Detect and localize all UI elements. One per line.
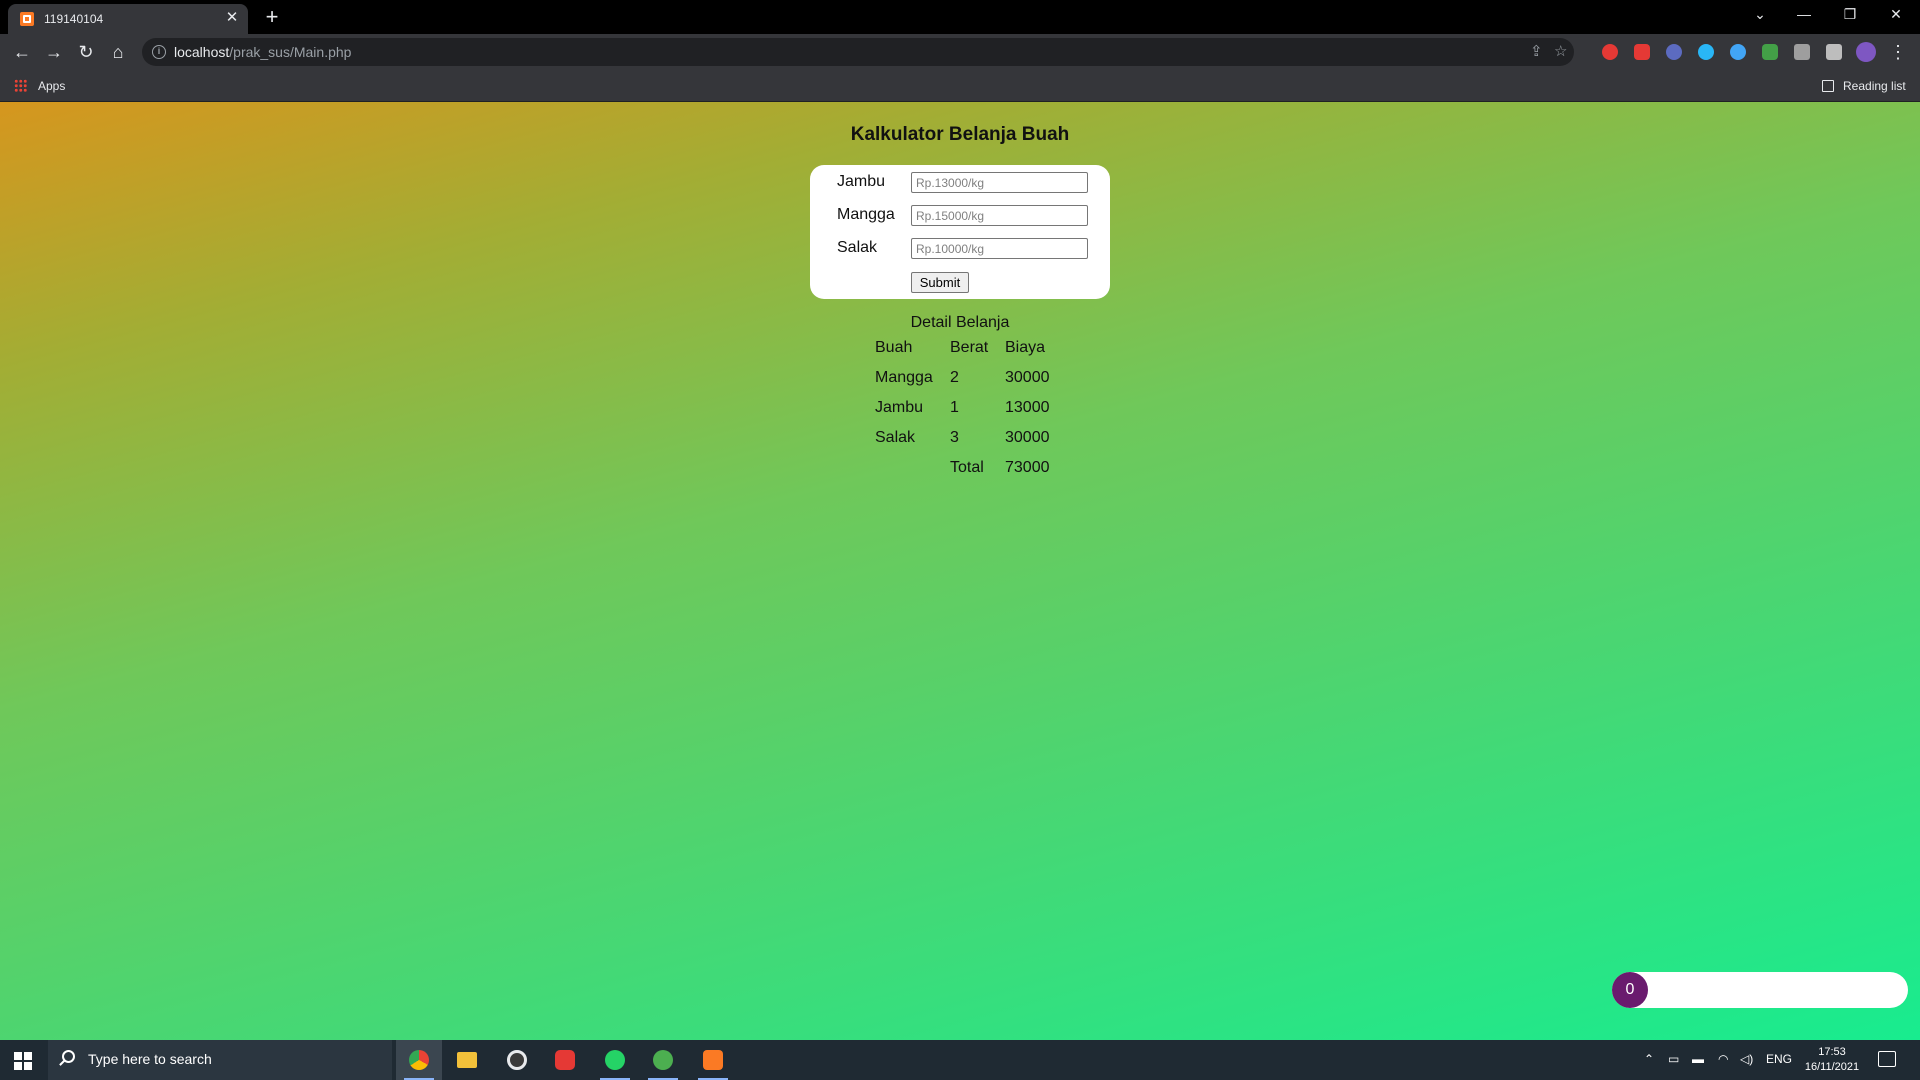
chrome-taskbar-app[interactable] [396, 1040, 442, 1080]
extension-icon[interactable] [1762, 44, 1778, 60]
bookmarks-bar: Apps Reading list [0, 70, 1920, 102]
table-header-berat: Berat [950, 339, 989, 356]
table-cell-fruit: Mangga [875, 369, 933, 386]
reload-icon[interactable]: ↻ [74, 40, 98, 64]
extensions-puzzle-icon[interactable] [1826, 44, 1842, 60]
xampp-icon [703, 1050, 723, 1070]
extension-icon[interactable] [1730, 44, 1746, 60]
file-explorer-taskbar-app[interactable] [444, 1040, 490, 1080]
media-taskbar-app[interactable] [494, 1040, 540, 1080]
table-cell-weight: 3 [950, 429, 959, 446]
battery-icon[interactable]: ▬ [1692, 1052, 1704, 1066]
search-icon [62, 1050, 75, 1063]
home-icon[interactable]: ⌂ [106, 40, 130, 64]
forward-arrow-icon[interactable]: → [42, 40, 66, 64]
total-value: 73000 [1005, 459, 1050, 476]
table-cell-weight: 2 [950, 369, 959, 386]
new-tab-button[interactable]: + [260, 5, 284, 29]
whatsapp-taskbar-app[interactable] [592, 1040, 638, 1080]
tab-strip: 119140104 ✕ + ⌄ — ❐ ✕ [0, 0, 1920, 34]
windows-taskbar: Type here to search ⌃ ▭ ▬ ◠ ◁) ENG 17:53… [0, 1040, 1920, 1080]
menu-kebab-icon[interactable]: ⋮ [1886, 40, 1910, 64]
extension-icon[interactable] [1602, 44, 1618, 60]
table-cell-cost: 30000 [1005, 369, 1050, 386]
adblock-extension-icon[interactable] [1634, 44, 1650, 60]
address-bar[interactable]: i localhost/prak_sus/Main.php ⇪ ☆ [142, 38, 1574, 66]
jambu-label: Jambu [837, 173, 886, 190]
show-hidden-icons-icon[interactable]: ⌃ [1644, 1052, 1654, 1066]
clock-date: 16/11/2021 [1804, 1061, 1860, 1073]
share-icon[interactable]: ⇪ [1530, 43, 1543, 61]
language-indicator[interactable]: ENG [1766, 1052, 1792, 1066]
fruit-order-form: Jambu Mangga Salak Submit [810, 165, 1110, 299]
browser-tab[interactable]: 119140104 ✕ [8, 4, 248, 34]
back-arrow-icon[interactable]: ← [10, 40, 34, 64]
profile-avatar[interactable] [1856, 42, 1876, 62]
clock-time: 17:53 [1818, 1046, 1846, 1058]
device-icon[interactable]: ▭ [1668, 1052, 1679, 1066]
table-cell-weight: 1 [950, 399, 959, 416]
taskbar-search-placeholder: Type here to search [88, 1051, 212, 1067]
table-cell-cost: 13000 [1005, 399, 1050, 416]
apps-bookmark[interactable]: Apps [38, 79, 65, 93]
table-cell-fruit: Salak [875, 429, 916, 446]
browser-toolbar: ← → ↻ ⌂ i localhost/prak_sus/Main.php ⇪ … [0, 34, 1920, 70]
restore-button[interactable]: ❐ [1830, 4, 1870, 24]
taskbar-clock[interactable]: 17:53 16/11/2021 [1796, 1045, 1868, 1075]
xampp-favicon-icon [20, 12, 34, 26]
app-taskbar-app[interactable] [542, 1040, 588, 1080]
extension-icon[interactable] [1698, 44, 1714, 60]
whatsapp-icon [605, 1050, 625, 1070]
apps-grid-icon[interactable] [14, 79, 27, 92]
widget-count-badge: 0 [1612, 972, 1648, 1008]
minimize-button[interactable]: — [1784, 4, 1824, 24]
jambu-weight-input[interactable] [911, 172, 1088, 193]
mangga-weight-input[interactable] [911, 205, 1088, 226]
salak-weight-input[interactable] [911, 238, 1088, 259]
reading-list-icon[interactable] [1822, 80, 1834, 92]
app-icon [555, 1050, 575, 1070]
chrome-icon [409, 1050, 429, 1070]
table-header-biaya: Biaya [1005, 339, 1046, 356]
wifi-icon[interactable]: ◠ [1718, 1052, 1728, 1066]
page-title: Kalkulator Belanja Buah [850, 124, 1070, 145]
taskbar-search-box[interactable]: Type here to search [48, 1040, 392, 1080]
reading-list-button[interactable]: Reading list [1843, 79, 1906, 93]
media-player-icon [507, 1050, 527, 1070]
total-label: Total [950, 459, 984, 476]
camera-extension-icon[interactable] [1794, 44, 1810, 60]
page-content: Kalkulator Belanja Buah Jambu Mangga Sal… [0, 102, 1920, 1040]
folder-icon [457, 1052, 477, 1068]
notification-center-icon[interactable] [1878, 1051, 1896, 1067]
app-taskbar-app[interactable] [640, 1040, 686, 1080]
tab-close-icon[interactable]: ✕ [224, 10, 240, 26]
xampp-taskbar-app[interactable] [690, 1040, 736, 1080]
submit-button[interactable]: Submit [911, 272, 969, 293]
table-header-buah: Buah [875, 339, 913, 356]
url-text[interactable]: localhost/prak_sus/Main.php [174, 44, 351, 60]
floating-widget[interactable]: 0 [1612, 972, 1908, 1008]
tab-title: 119140104 [44, 12, 104, 26]
volume-icon[interactable]: ◁) [1740, 1052, 1753, 1066]
tab-search-icon[interactable]: ⌄ [1740, 4, 1780, 24]
table-cell-cost: 30000 [1005, 429, 1050, 446]
bookmark-star-icon[interactable]: ☆ [1554, 43, 1567, 61]
extension-icon[interactable] [1666, 44, 1682, 60]
salak-label: Salak [837, 239, 878, 256]
close-window-button[interactable]: ✕ [1876, 4, 1916, 24]
detail-caption: Detail Belanja [910, 314, 1010, 331]
table-cell-fruit: Jambu [875, 399, 924, 416]
app-icon [653, 1050, 673, 1070]
mangga-label: Mangga [837, 206, 895, 223]
windows-start-icon[interactable] [14, 1052, 32, 1070]
site-info-icon[interactable]: i [152, 45, 166, 59]
